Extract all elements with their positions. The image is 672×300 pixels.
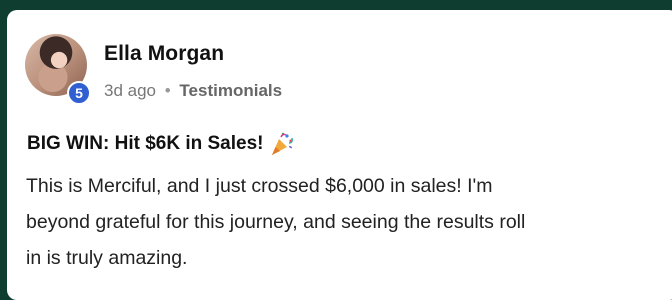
- post-category[interactable]: Testimonials: [179, 81, 282, 100]
- level-badge: 5: [67, 81, 91, 105]
- post-title-row: BIG WIN: Hit $6K in Sales!: [27, 131, 295, 157]
- post-body-line: This is Merciful, and I just crossed $6,…: [26, 175, 493, 197]
- post-body-line: beyond grateful for this journey, and se…: [26, 211, 526, 233]
- post-header: 5 Ella Morgan 3d ago • Testimonials: [25, 34, 645, 114]
- post-body: This is Merciful, and I just crossed $6,…: [26, 168, 672, 276]
- post-title[interactable]: BIG WIN: Hit $6K in Sales!: [27, 133, 263, 155]
- post-card: 5 Ella Morgan 3d ago • Testimonials BIG …: [7, 10, 672, 300]
- post-time[interactable]: 3d ago: [104, 81, 156, 100]
- post-meta: 3d ago • Testimonials: [104, 81, 282, 101]
- meta-separator: •: [164, 81, 171, 100]
- author-name[interactable]: Ella Morgan: [104, 42, 224, 66]
- post-body-line: in is truly amazing.: [26, 247, 188, 269]
- party-popper-icon: [269, 131, 295, 157]
